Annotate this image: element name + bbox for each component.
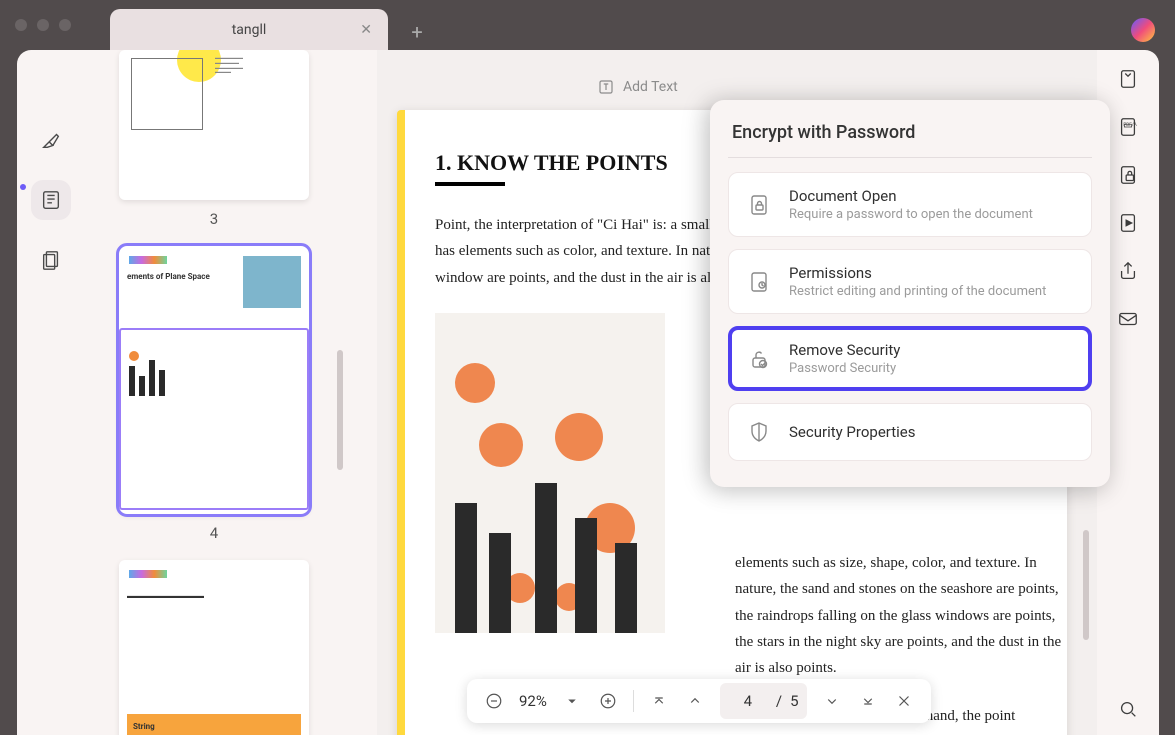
last-page-button[interactable]: [857, 690, 879, 712]
zoombar-divider: [633, 690, 634, 712]
content-scrollbar[interactable]: [1083, 530, 1089, 640]
left-sidebar: [17, 50, 85, 735]
lock-file-icon[interactable]: [1117, 164, 1139, 186]
thumbnail-4[interactable]: ements of Plane Space 4: [85, 246, 343, 542]
app-frame: ▬▬▬▬▬▬▬▬▬▬▬▬▬▬▬▬▬▬▬▬▬▬▬▬ 3 ements of Pla…: [17, 50, 1159, 735]
search-icon[interactable]: [1117, 698, 1139, 720]
first-page-button[interactable]: [648, 690, 670, 712]
pdfa-icon[interactable]: PDF/A: [1117, 116, 1139, 138]
avatar[interactable]: [1131, 18, 1155, 42]
page-input[interactable]: [728, 687, 768, 715]
thumbnail-panel[interactable]: ▬▬▬▬▬▬▬▬▬▬▬▬▬▬▬▬▬▬▬▬▬▬▬▬ 3 ements of Pla…: [85, 50, 343, 735]
thumb-number-4: 4: [210, 524, 218, 542]
page-indicator: / 5: [720, 683, 807, 719]
play-file-icon[interactable]: [1117, 212, 1139, 234]
doc-open-sub: Require a password to open the document: [789, 207, 1033, 222]
titlebar: tangll ✕ +: [0, 0, 1175, 50]
svg-text:PDF/A: PDF/A: [1123, 122, 1136, 128]
thumb5-string: String: [127, 714, 301, 735]
zoom-in-button[interactable]: [597, 690, 619, 712]
thumbnail-5[interactable]: ▬▬▬▬▬▬▬▬▬▬▬ String: [85, 560, 343, 735]
next-page-button[interactable]: [821, 690, 843, 712]
thumb-number-3: 3: [210, 210, 218, 228]
close-zoombar-button[interactable]: [893, 690, 915, 712]
mail-icon[interactable]: [1117, 308, 1139, 330]
page-separator: /: [776, 692, 782, 710]
thumbnail-3[interactable]: ▬▬▬▬▬▬▬▬▬▬▬▬▬▬▬▬▬▬▬▬▬▬▬▬ 3: [85, 50, 343, 228]
remove-sub: Password Security: [789, 361, 900, 376]
zoom-toolbar: 92% / 5: [467, 679, 931, 723]
zoom-out-button[interactable]: [483, 690, 505, 712]
zoom-dropdown[interactable]: [561, 690, 583, 712]
zoom-level: 92%: [519, 692, 547, 710]
share-icon[interactable]: [1117, 260, 1139, 282]
unlock-icon: [745, 345, 773, 373]
indicator-dot: [20, 184, 26, 190]
left-sidebar-bottom: [17, 664, 85, 720]
prev-page-button[interactable]: [684, 690, 706, 712]
perm-title: Permissions: [789, 264, 1046, 282]
panel-title: Encrypt with Password: [728, 122, 1092, 143]
pages-icon[interactable]: [31, 240, 71, 280]
encrypt-panel: Encrypt with Password Document Open Requ…: [710, 100, 1110, 487]
crop-icon[interactable]: [1117, 68, 1139, 90]
paragraph-2: elements such as size, shape, color, and…: [735, 550, 1065, 681]
document-tab[interactable]: tangll ✕: [110, 9, 388, 50]
panel-divider: [728, 157, 1092, 158]
heading-underline: [435, 182, 505, 186]
thumb-scrollbar[interactable]: [337, 350, 343, 470]
page-image: [435, 313, 665, 633]
props-title: Security Properties: [789, 423, 915, 441]
window-maximize[interactable]: [59, 19, 71, 31]
new-tab-button[interactable]: +: [405, 20, 429, 44]
tab-title: tangll: [232, 22, 267, 38]
lock-document-icon: [745, 191, 773, 219]
highlighter-icon[interactable]: [31, 120, 71, 160]
security-properties-button[interactable]: Security Properties: [728, 403, 1092, 461]
thumbnails-icon[interactable]: [31, 180, 71, 220]
perm-sub: Restrict editing and printing of the doc…: [789, 284, 1046, 299]
add-text-button[interactable]: Add Text: [597, 78, 678, 96]
window-minimize[interactable]: [37, 19, 49, 31]
traffic-lights: [15, 19, 71, 31]
permissions-icon: [745, 268, 773, 296]
permissions-button[interactable]: Permissions Restrict editing and printin…: [728, 249, 1092, 314]
remove-title: Remove Security: [789, 341, 900, 359]
window-close[interactable]: [15, 19, 27, 31]
shield-icon: [745, 418, 773, 446]
close-tab-icon[interactable]: ✕: [360, 22, 372, 38]
doc-open-title: Document Open: [789, 187, 1033, 205]
add-text-label: Add Text: [623, 79, 678, 95]
remove-security-button[interactable]: Remove Security Password Security: [728, 326, 1092, 391]
document-open-button[interactable]: Document Open Require a password to open…: [728, 172, 1092, 237]
page-total: 5: [790, 692, 798, 710]
